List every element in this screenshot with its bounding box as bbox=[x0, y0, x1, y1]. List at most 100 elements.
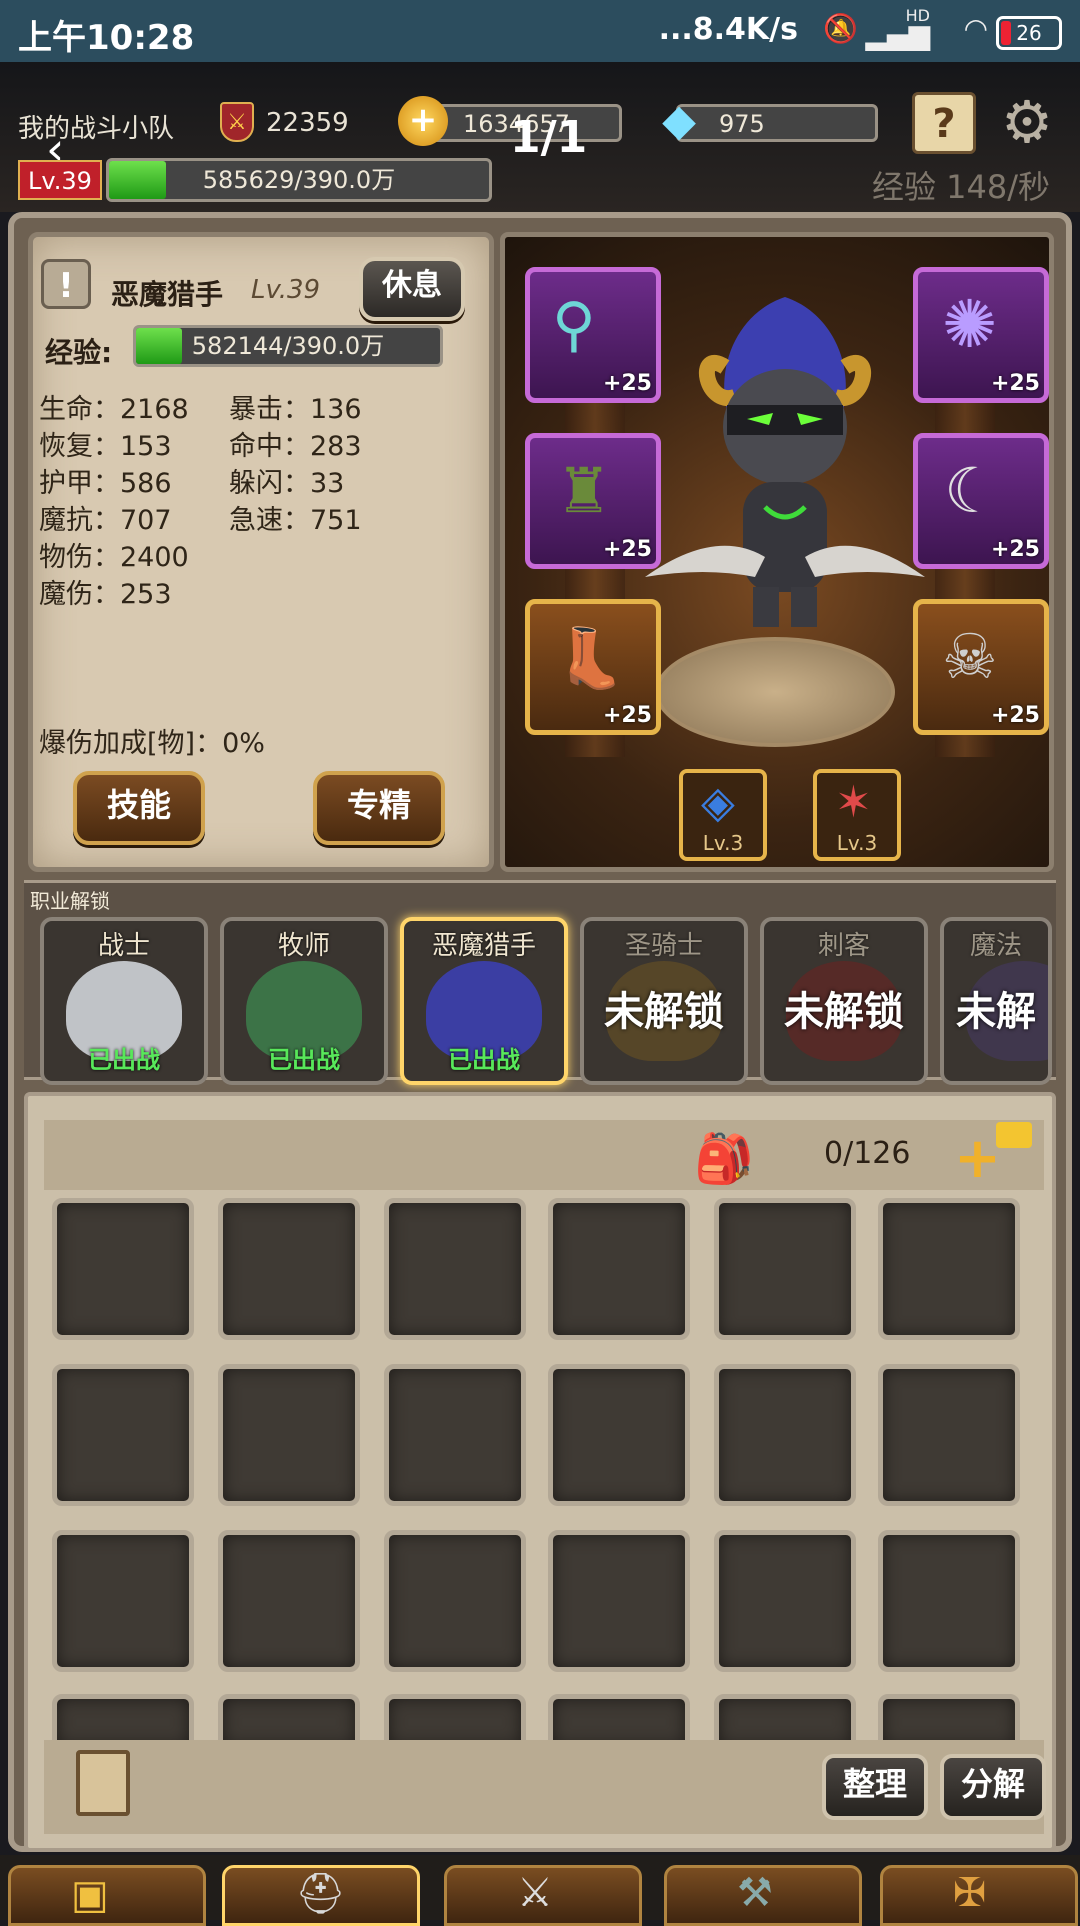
team-name: 我的战斗小队 bbox=[18, 114, 175, 144]
specialization-button[interactable]: 专精 bbox=[313, 771, 445, 845]
demon-hunter-character bbox=[645, 297, 925, 627]
inventory-slot[interactable] bbox=[714, 1198, 856, 1340]
stat-left-2: 护甲：586 bbox=[39, 468, 172, 499]
class-deployed-label: 已出战 bbox=[268, 1046, 340, 1074]
inventory-slot[interactable] bbox=[384, 1364, 526, 1506]
class-card-3[interactable]: 圣骑士 未解锁 bbox=[580, 917, 748, 1085]
class-name: 圣骑士 bbox=[624, 931, 703, 961]
nav-heroes[interactable]: ⛑ bbox=[222, 1865, 420, 1926]
inventory-slot[interactable] bbox=[218, 1364, 360, 1506]
top-hud: 我的战斗小队 ⚔ 22359 1634657 + 975 ◆ ? ⚙ ‹ 1/1… bbox=[0, 62, 1080, 212]
rest-button[interactable]: 休息 bbox=[359, 257, 465, 321]
purple-orb-icon: ✺ bbox=[942, 286, 998, 363]
class-deployed-label: 已出战 bbox=[448, 1046, 520, 1074]
power-shield-icon: ⚔ bbox=[220, 102, 254, 142]
stat-crit-damage: 爆伤加成[物]：0% bbox=[39, 728, 265, 759]
inventory-slot[interactable] bbox=[52, 1198, 194, 1340]
equip-slot-boots[interactable]: 👢 +25 bbox=[525, 599, 661, 735]
inventory-header: 🎒 0/126 + bbox=[44, 1120, 1044, 1191]
equip-slot-amulet[interactable]: ✺ +25 bbox=[913, 267, 1049, 403]
add-gold-button[interactable]: + bbox=[398, 96, 448, 146]
stat-right-1: 命中：283 bbox=[229, 431, 362, 462]
inventory-capacity: 0/126 bbox=[824, 1136, 911, 1171]
class-card-4[interactable]: 刺客 未解锁 bbox=[760, 917, 928, 1085]
class-card-5[interactable]: 魔法 未解 bbox=[940, 917, 1052, 1085]
inventory-slot[interactable] bbox=[218, 1198, 360, 1340]
hero-exp-label: 经验: bbox=[45, 336, 113, 369]
inventory-slot[interactable] bbox=[218, 1530, 360, 1672]
stat-right-0: 暴击：136 bbox=[229, 394, 362, 425]
inventory-slot[interactable] bbox=[548, 1364, 690, 1506]
class-deployed-label: 已出战 bbox=[88, 1046, 160, 1074]
hero-name: 恶魔猎手 bbox=[111, 278, 224, 311]
inventory-slot[interactable] bbox=[52, 1364, 194, 1506]
class-card-2[interactable]: 恶魔猎手 已出战 bbox=[400, 917, 568, 1085]
bottom-nav: ▣ ⛑ ⚔ ⚒ ✠ bbox=[0, 1855, 1080, 1926]
expand-inventory-button[interactable]: + bbox=[954, 1126, 1001, 1191]
class-name: 牧师 bbox=[277, 931, 330, 961]
equip-slot-ring[interactable]: ☠ +25 bbox=[913, 599, 1049, 735]
skill-button[interactable]: 技能 bbox=[73, 771, 205, 845]
gem-slot-2[interactable]: ✶ Lv.3 bbox=[813, 769, 901, 861]
stat-left-0: 生命：2168 bbox=[39, 394, 189, 425]
class-card-0[interactable]: 战士 已出战 bbox=[40, 917, 208, 1085]
equip-level: +25 bbox=[990, 703, 1040, 728]
class-unlock-row: 职业解锁 战士 已出战 牧师 已出战 恶魔猎手 已出战 圣骑士 未解锁 刺客 未解锁 魔法 未解 bbox=[24, 880, 1056, 1085]
inventory-slot[interactable] bbox=[878, 1198, 1020, 1340]
class-name: 刺客 bbox=[817, 931, 870, 961]
battery-indicator: 26 bbox=[996, 16, 1062, 50]
stat-left-3: 魔抗：707 bbox=[39, 505, 172, 536]
hero-stats-panel: ! 恶魔猎手 Lv.39 休息 经验: 582144/390.0万 生命：216… bbox=[28, 232, 494, 872]
inventory-slot[interactable] bbox=[548, 1198, 690, 1340]
stat-right-3: 急速：751 bbox=[229, 505, 362, 536]
equip-slot-armor[interactable]: ♜ +25 bbox=[525, 433, 661, 569]
page-indicator: 1/1 bbox=[510, 112, 588, 163]
signal-icon: ▂▄▆ bbox=[865, 18, 930, 51]
diamond-value: 975 bbox=[719, 110, 765, 138]
gem-slot-1[interactable]: ◈ Lv.3 bbox=[679, 769, 767, 861]
crossed-swords-icon: ⚔ bbox=[517, 1870, 553, 1916]
battery-level: 26 bbox=[1016, 21, 1042, 45]
inventory-slot[interactable] bbox=[714, 1530, 856, 1672]
add-diamond-button[interactable]: ◆ bbox=[654, 94, 704, 148]
exp-rate: 经验 148/秒 bbox=[871, 168, 1050, 206]
hammer-icon: ⚒ bbox=[737, 1870, 773, 1916]
inventory-slot[interactable] bbox=[52, 1530, 194, 1672]
inventory-footer: 整理 分解 bbox=[44, 1740, 1046, 1834]
team-level-badge: Lv.39 bbox=[18, 160, 102, 200]
video-ad-icon bbox=[996, 1122, 1032, 1148]
leather-boots-icon: 👢 bbox=[554, 624, 627, 692]
blue-gem-badge-icon: ◈ bbox=[701, 777, 735, 828]
info-icon[interactable]: ! bbox=[41, 259, 91, 309]
inventory-slot[interactable] bbox=[384, 1198, 526, 1340]
nav-guild[interactable]: ✠ bbox=[880, 1865, 1078, 1926]
power-value: 22359 bbox=[266, 108, 349, 138]
status-bar: 上午10:28 ...8.4K/s 🔕 HD ▂▄▆ ◠ 26 bbox=[0, 0, 1080, 62]
inventory-slot[interactable] bbox=[878, 1364, 1020, 1506]
class-locked-label: 未解锁 bbox=[784, 989, 904, 1035]
class-unlock-title: 职业解锁 bbox=[30, 889, 110, 913]
green-cloak-icon: ♜ bbox=[556, 454, 612, 527]
codex-book-button[interactable] bbox=[76, 1750, 130, 1816]
nav-battle[interactable]: ⚔ bbox=[444, 1865, 642, 1926]
hero-exp-text: 582144/390.0万 bbox=[191, 332, 385, 360]
decompose-button[interactable]: 分解 bbox=[940, 1754, 1046, 1820]
sort-button[interactable]: 整理 bbox=[822, 1754, 928, 1820]
sword-emblem-icon: ✠ bbox=[953, 1870, 987, 1916]
equip-slot-offhand[interactable]: ⚲ +25 bbox=[525, 267, 661, 403]
class-name: 恶魔猎手 bbox=[431, 931, 536, 961]
help-book-button[interactable]: ? bbox=[912, 92, 976, 154]
wifi-icon: ◠ bbox=[963, 12, 988, 45]
inventory-slot[interactable] bbox=[714, 1364, 856, 1506]
backpack-icon: 🎒 bbox=[694, 1131, 754, 1187]
inventory-slot[interactable] bbox=[548, 1530, 690, 1672]
equip-slot-weapon[interactable]: ☾ +25 bbox=[913, 433, 1049, 569]
treasure-chest-icon: ▣ bbox=[71, 1872, 109, 1918]
inventory-slot[interactable] bbox=[384, 1530, 526, 1672]
inventory-slot[interactable] bbox=[878, 1530, 1020, 1672]
class-card-1[interactable]: 牧师 已出战 bbox=[220, 917, 388, 1085]
nav-forge[interactable]: ⚒ bbox=[664, 1865, 862, 1926]
network-speed: ...8.4K/s bbox=[658, 12, 798, 47]
nav-treasure[interactable]: ▣ bbox=[8, 1865, 206, 1926]
settings-gear-button[interactable]: ⚙ bbox=[996, 92, 1058, 154]
